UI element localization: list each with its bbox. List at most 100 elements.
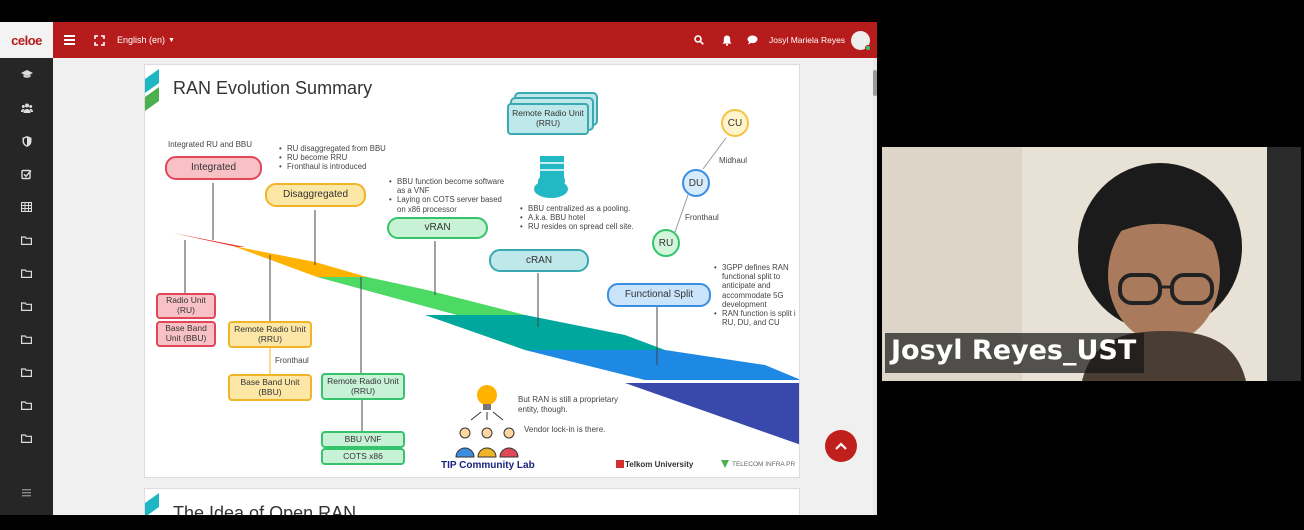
sidebar-item-grades[interactable] — [0, 191, 53, 223]
folder-icon — [21, 400, 32, 410]
sidebar-item-participants[interactable] — [0, 92, 53, 124]
midhaul-label: Midhaul — [719, 156, 748, 165]
webcam-tile: Josyl Reyes_UST — [882, 147, 1301, 381]
cran-bullet-2: A.k.a. BBU hotel — [520, 213, 643, 222]
sidebar-item-folder-6[interactable] — [0, 389, 53, 421]
participant-name-label: Josyl Reyes_UST — [885, 333, 1145, 373]
vendor-note: Vendor lock-in is there. — [524, 425, 606, 434]
bbu-vnf-box: BBU VNF — [321, 431, 405, 448]
bbu-yellow-box: Base Band Unit (BBU) — [228, 374, 312, 401]
shield-icon — [22, 135, 31, 147]
graduation-cap-icon — [20, 70, 33, 78]
rru-yellow-box: Remote Radio Unit (RRU) — [228, 321, 312, 348]
notifications-button[interactable] — [722, 22, 732, 58]
sidebar-item-courses[interactable] — [0, 59, 53, 91]
fullscreen-icon — [94, 34, 105, 46]
messages-button[interactable] — [747, 22, 758, 58]
sidebar-item-folder-3[interactable] — [0, 290, 53, 322]
search-button[interactable] — [694, 22, 704, 58]
avatar — [851, 30, 872, 51]
rru-stack-box: Remote Radio Unit (RRU) — [507, 103, 589, 135]
left-sidebar — [0, 58, 53, 515]
disaggregated-bullet-1: RU disaggregated from BBU — [279, 144, 407, 153]
language-menu[interactable]: English (en) ▼ — [117, 22, 175, 58]
language-label: English (en) — [117, 35, 166, 45]
search-icon — [694, 35, 704, 45]
disaggregated-bullets: RU disaggregated from BBU RU become RRU … — [279, 144, 407, 172]
users-icon — [20, 103, 33, 113]
sidebar-item-folder-1[interactable] — [0, 224, 53, 256]
rru-green-box: Remote Radio Unit (RRU) — [321, 373, 405, 400]
screen: celoe English (en) ▼ Josyl Mariela Reyes… — [0, 0, 1304, 530]
radio-unit-box: Radio Unit (RU) — [156, 293, 216, 319]
functional-split-box: Functional Split — [607, 283, 711, 307]
sidebar-item-folder-5[interactable] — [0, 356, 53, 388]
sidebar-item-folder-2[interactable] — [0, 257, 53, 289]
list-icon — [22, 488, 31, 496]
cran-box: cRAN — [489, 249, 589, 272]
scrollbar-thumb[interactable] — [873, 70, 877, 96]
slide-ran-evolution: RAN Evolution Summary Integrated RU and … — [144, 64, 800, 478]
telkom-university-label: Telkom University — [625, 460, 694, 469]
vran-box: vRAN — [387, 217, 488, 239]
user-name: Josyl Mariela Reyes — [769, 35, 846, 45]
vran-bullets: BBU function become software as a VNF La… — [389, 177, 512, 214]
bell-icon — [722, 35, 732, 46]
main-content: RAN Evolution Summary Integrated RU and … — [53, 58, 873, 515]
functional-split-bullets: 3GPP defines RAN functional split to ant… — [714, 263, 799, 327]
folder-icon — [21, 301, 32, 311]
fs-bullet-2: RAN function is split i RU, DU, and CU — [714, 309, 799, 327]
cots-box: COTS x86 — [321, 448, 405, 465]
caret-down-icon: ▼ — [168, 36, 175, 44]
folder-icon — [21, 334, 32, 344]
slide2-title: The Idea of Open RAN — [173, 503, 357, 515]
integrated-box: Integrated — [165, 156, 262, 180]
folder-icon — [21, 235, 32, 245]
fs-bullet-1: 3GPP defines RAN functional split to ant… — [714, 263, 799, 309]
disaggregated-box: Disaggregated — [265, 183, 366, 207]
user-menu[interactable]: Josyl Mariela Reyes — [769, 22, 872, 58]
sidebar-item-folder-4[interactable] — [0, 323, 53, 355]
folder-icon — [21, 433, 32, 443]
bbu-unit-box: Base Band Unit (BBU) — [156, 321, 216, 347]
logo-text: celoe — [11, 32, 42, 48]
vran-bullet-1: BBU function become software as a VNF — [389, 177, 512, 195]
sidebar-item-badges[interactable] — [0, 125, 53, 157]
cu-node: CU — [721, 109, 749, 137]
chevron-up-icon — [835, 442, 847, 450]
page-scrollbar[interactable] — [873, 58, 877, 515]
sidebar-item-more[interactable] — [0, 476, 53, 508]
tip-lab-label: TIP Community Lab — [441, 460, 535, 471]
proprietary-note: But RAN is still a proprietary entity, t… — [518, 395, 619, 414]
cran-bullet-3: RU resides on spread cell site. — [520, 222, 643, 231]
menu-toggle-button[interactable] — [64, 22, 75, 58]
slide-diagram-graphics — [145, 69, 799, 468]
disaggregated-bullet-2: RU become RRU — [279, 153, 407, 162]
fullscreen-button[interactable] — [94, 22, 105, 58]
folder-icon — [21, 367, 32, 377]
disaggregated-bullet-3: Fronthaul is introduced — [279, 162, 407, 171]
fronthaul-label: Fronthaul — [275, 356, 309, 365]
online-status-dot — [865, 44, 872, 51]
chat-bubble-icon — [747, 35, 758, 45]
du-node: DU — [682, 169, 710, 197]
celoe-logo[interactable]: celoe — [0, 22, 53, 58]
ru-node: RU — [652, 229, 680, 257]
slide-title: RAN Evolution Summary — [173, 78, 373, 98]
cran-bullets: BBU centralized as a pooling. A.k.a. BBU… — [520, 204, 643, 232]
sidebar-item-folder-7[interactable] — [0, 422, 53, 454]
hamburger-icon — [64, 35, 75, 45]
slide2-ribbon — [145, 493, 159, 515]
sidebar-item-competencies[interactable] — [0, 158, 53, 190]
cran-bullet-1: BBU centralized as a pooling. — [520, 204, 643, 213]
table-icon — [21, 202, 32, 212]
telecom-infra-label: TELECOM INFRA PR — [732, 461, 796, 468]
checkbox-icon — [21, 169, 32, 179]
back-to-top-button[interactable] — [825, 430, 857, 462]
vran-bullet-2: Laying on COTS server based on x86 proce… — [389, 195, 512, 213]
integrated-caption: Integrated RU and BBU — [168, 140, 253, 149]
folder-icon — [21, 268, 32, 278]
lms-window: celoe English (en) ▼ Josyl Mariela Reyes… — [0, 22, 877, 515]
top-navbar: celoe English (en) ▼ Josyl Mariela Reyes — [0, 22, 877, 58]
slide-open-ran: The Idea of Open RAN — [144, 488, 800, 515]
